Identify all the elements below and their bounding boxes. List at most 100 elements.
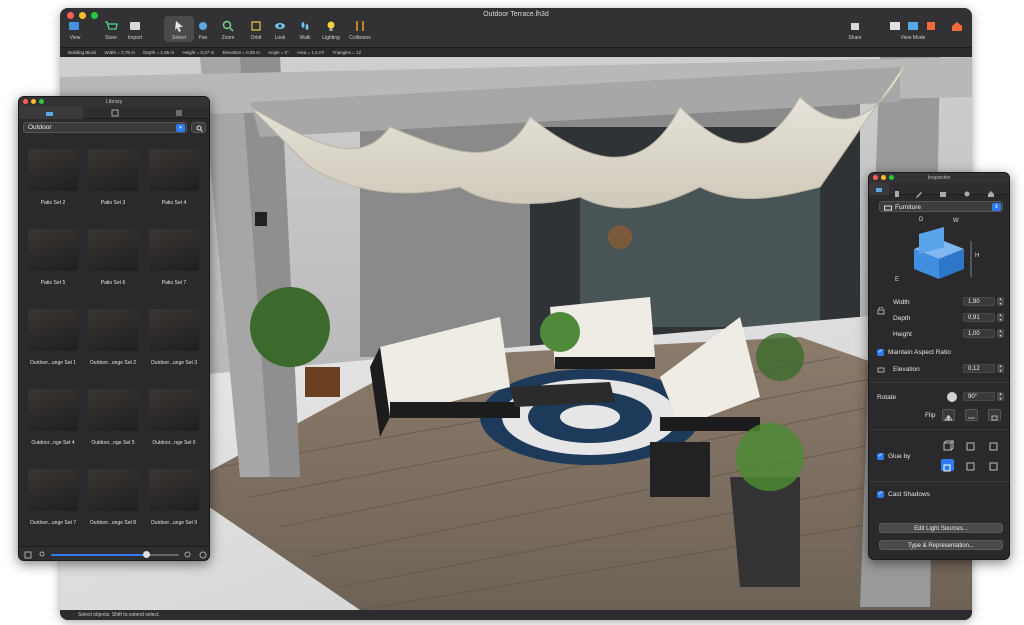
inspector-minimize[interactable] xyxy=(881,175,886,180)
cube-back-icon xyxy=(966,442,975,451)
object-type-select[interactable]: Furniture ⇕ xyxy=(879,201,1003,212)
type-representation-button[interactable]: Type & Representation... xyxy=(879,540,1003,550)
orbit-label: Orbit xyxy=(250,35,262,41)
width-stepper[interactable]: ▴ ▾ xyxy=(997,296,1004,306)
object-type-value: Furniture xyxy=(895,203,922,211)
inspector-close[interactable] xyxy=(873,175,878,180)
library-item-label: Outdoor...unge Set 8 xyxy=(89,520,137,526)
import-button[interactable]: Import xyxy=(120,19,150,41)
share-button[interactable]: Share xyxy=(840,19,870,41)
library-item-thumbnail xyxy=(88,229,138,271)
library-item-thumbnail xyxy=(149,389,199,431)
elevation-field[interactable]: 0,12 xyxy=(963,364,995,373)
library-item[interactable]: Outdoor...unge Set 1 xyxy=(25,309,81,375)
glue-left-button[interactable] xyxy=(965,459,978,471)
slider-fill xyxy=(51,554,146,556)
chevron-down-icon: ▾ xyxy=(176,124,185,132)
library-item[interactable]: Outdoor...unge Set 2 xyxy=(85,309,141,375)
lighting-tool[interactable]: Lighting xyxy=(316,19,346,41)
cast-shadows-checkbox[interactable]: ✓ xyxy=(877,491,884,498)
library-item[interactable]: Outdoor...unge Set 8 xyxy=(85,469,141,535)
library-item[interactable]: Outdoor...unge Set 7 xyxy=(25,469,81,535)
flip-vertical-button[interactable] xyxy=(965,409,978,421)
list-icon xyxy=(176,110,182,116)
cube-top-icon xyxy=(943,440,955,451)
inspector-tab-materials[interactable] xyxy=(893,185,901,197)
library-item-thumbnail xyxy=(88,469,138,511)
library-close[interactable] xyxy=(23,99,28,104)
width-field[interactable]: 1,90 xyxy=(963,297,995,306)
library-item[interactable]: Patio Set 4 xyxy=(146,149,202,215)
aspect-ratio-checkbox[interactable]: ✓ xyxy=(877,349,884,356)
library-item[interactable]: Patio Set 2 xyxy=(25,149,81,215)
chevron-updown-icon: ⇕ xyxy=(992,203,1001,211)
inspector-tab-building[interactable] xyxy=(987,185,995,197)
library-item-label: Outdoor...unge Set 7 xyxy=(29,520,77,526)
library-item[interactable]: Outdoor...unge Set 9 xyxy=(146,469,202,535)
settings-icon[interactable] xyxy=(199,551,207,559)
lock-icon[interactable] xyxy=(877,307,885,315)
library-item[interactable]: Outdoor...nge Set 4 xyxy=(25,389,81,455)
inspector-tab-object[interactable] xyxy=(869,183,889,195)
flip-vertical-icon xyxy=(968,417,975,419)
library-tab-furniture[interactable] xyxy=(19,107,83,119)
glue-front-button[interactable] xyxy=(988,459,1001,471)
library-minimize[interactable] xyxy=(31,99,36,104)
category-select[interactable]: Outdoor ▾ xyxy=(23,122,187,133)
flip-depth-button[interactable] xyxy=(988,409,1001,421)
rotate-stepper[interactable]: ▴ ▾ xyxy=(997,391,1004,401)
stats-elevation: Elevation = 0,05 m xyxy=(222,50,260,55)
inspector-tab-edit[interactable] xyxy=(915,185,923,198)
flip-horizontal-button[interactable] xyxy=(942,409,955,421)
cube-front-icon xyxy=(989,462,998,471)
orbit-icon xyxy=(251,21,261,31)
elevation-stepper[interactable]: ▴ ▾ xyxy=(997,363,1004,373)
rotate-label: Rotate xyxy=(877,394,897,401)
height-stepper[interactable]: ▴ ▾ xyxy=(997,328,1004,338)
edit-light-sources-button[interactable]: Edit Light Sources... xyxy=(879,523,1003,533)
library-search-button[interactable] xyxy=(191,122,206,133)
inspector-tab-camera[interactable] xyxy=(939,185,947,197)
collisions-tool[interactable]: Collisions xyxy=(345,19,375,41)
library-item[interactable]: Patio Set 6 xyxy=(85,229,141,295)
library-item[interactable]: Outdoor...nge Set 5 xyxy=(85,389,141,455)
depth-field[interactable]: 0,91 xyxy=(963,313,995,322)
zoom-tool[interactable]: Zoom xyxy=(213,19,243,41)
thumbnail-size-slider[interactable] xyxy=(51,551,179,558)
inspector-tab-light[interactable] xyxy=(963,185,971,197)
elevation-lock-icon[interactable] xyxy=(877,365,885,373)
library-item-label: Outdoor...unge Set 3 xyxy=(150,360,198,366)
glue-back-button[interactable] xyxy=(965,439,978,451)
glue-top-button[interactable] xyxy=(942,439,955,451)
library-item[interactable]: Outdoor...nge Set 6 xyxy=(146,389,202,455)
glue-right-button[interactable] xyxy=(988,439,1001,451)
house-mode[interactable] xyxy=(942,19,972,33)
library-zoom[interactable] xyxy=(39,99,44,104)
library-item-thumbnail xyxy=(28,389,78,431)
library-item-thumbnail xyxy=(149,149,199,191)
library-item[interactable]: Patio Set 3 xyxy=(85,149,141,215)
cube-icon xyxy=(927,22,935,30)
rotate-field[interactable]: 90° xyxy=(963,392,995,401)
library-item[interactable]: Patio Set 5 xyxy=(25,229,81,295)
zoom-in-icon xyxy=(184,551,191,558)
rotate-dial[interactable] xyxy=(947,392,957,402)
library-item[interactable]: Patio Set 7 xyxy=(146,229,202,295)
selection-stats: Building Block Width = 0,75 m Depth = 1,… xyxy=(60,48,972,57)
library-title: Library xyxy=(19,97,209,107)
library-item[interactable]: Outdoor...unge Set 3 xyxy=(146,309,202,375)
elevation-label: Elevation xyxy=(893,366,920,373)
share-icon xyxy=(851,23,859,30)
slider-knob[interactable] xyxy=(142,551,150,558)
depth-stepper[interactable]: ▴ ▾ xyxy=(997,312,1004,322)
glue-bottom-button[interactable] xyxy=(941,459,954,472)
glue-checkbox[interactable]: ✓ xyxy=(877,453,884,460)
cart-icon xyxy=(105,21,118,30)
library-tab-materials[interactable] xyxy=(83,107,147,119)
armchair-diagram-icon xyxy=(914,227,972,279)
inspector-zoom[interactable] xyxy=(889,175,894,180)
view-button[interactable]: View xyxy=(60,19,90,41)
library-tab-list[interactable] xyxy=(147,107,209,119)
select-label: Select xyxy=(172,35,186,41)
height-field[interactable]: 1,00 xyxy=(963,329,995,338)
